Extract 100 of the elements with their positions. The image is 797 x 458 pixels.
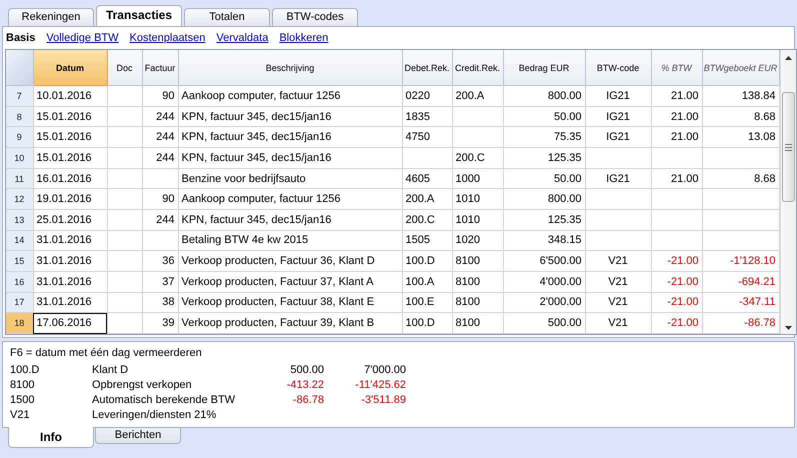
column-header[interactable]: BTW-code	[585, 50, 651, 86]
table-cell: 31.01.2016	[33, 271, 107, 292]
row-number[interactable]: 16	[6, 271, 33, 292]
hint-text: F6 = datum met één dag vermeerderen	[10, 347, 203, 361]
column-header[interactable]: Factuur	[142, 50, 178, 86]
column-header[interactable]: Datum	[33, 50, 107, 86]
amount: -413.22	[286, 378, 324, 390]
table-cell: KPN, factuur 345, dec15/jan16	[178, 148, 402, 168]
table-cell: 16.01.2016	[33, 168, 107, 189]
corner-cell	[6, 50, 33, 86]
view-link[interactable]: Blokkeren	[279, 32, 328, 44]
row-number[interactable]: 10	[6, 148, 33, 168]
table-cell: 800.00	[503, 188, 585, 210]
table-cell: Verkoop producten, Factuur 36, Klant D	[178, 250, 402, 272]
column-header[interactable]: BTWgeboekt EUR	[702, 50, 779, 86]
column-header[interactable]: Doc	[107, 50, 142, 86]
table-cell: Verkoop producten, Factuur 38, Klant E	[178, 292, 402, 313]
column-header[interactable]: Beschrijving	[178, 50, 402, 86]
row-number[interactable]: 12	[6, 188, 33, 210]
table-cell: 17.06.2016	[33, 312, 107, 334]
view-link[interactable]: Basis	[6, 32, 36, 44]
total: -3'511.89	[360, 394, 406, 406]
table-cell: -86.78	[702, 312, 779, 334]
table-cell: IG21	[585, 86, 651, 106]
table-cell: Verkoop producten, Factuur 39, Klant B	[178, 312, 402, 334]
table-cell: IG21	[585, 126, 651, 148]
table-cell: 19.01.2016	[33, 188, 107, 210]
column-header[interactable]: Debet.Rek.	[402, 50, 452, 86]
view-link[interactable]: Kostenplaatsen	[130, 32, 206, 44]
tab[interactable]: Rekeningen	[8, 8, 94, 26]
scroll-down-icon[interactable]	[784, 326, 792, 330]
table-cell: 244	[142, 209, 178, 230]
tab[interactable]: Info	[8, 427, 94, 448]
table-cell: Aankoop computer, factuur 1256	[178, 188, 402, 210]
table-cell: 125.35	[503, 209, 585, 230]
table-cell: -21.00	[651, 312, 702, 334]
table-cell: 8100	[452, 312, 503, 334]
account-code: 1500	[10, 394, 36, 406]
row-number[interactable]: 9	[6, 126, 33, 148]
table-cell: 75.35	[503, 126, 585, 148]
table-cell: 200.C	[402, 209, 452, 230]
tab[interactable]: Berichten	[95, 428, 181, 444]
tab[interactable]: Transacties	[96, 5, 182, 26]
table-cell: 8100	[452, 250, 503, 272]
view-link[interactable]: Volledige BTW	[46, 32, 119, 44]
table-cell: 21.00	[651, 126, 702, 148]
table-cell: 4'000.00	[503, 271, 585, 292]
table-cell: 100.D	[402, 250, 452, 272]
row-number[interactable]: 11	[6, 168, 33, 189]
table-cell: 138.84	[702, 86, 779, 106]
account-description: Opbrengst verkopen	[92, 378, 193, 390]
tab[interactable]: Totalen	[184, 8, 270, 26]
scrollbar[interactable]	[780, 50, 796, 334]
table-cell: IG21	[585, 168, 651, 189]
row-number[interactable]: 18	[6, 312, 33, 334]
account-code: V21	[10, 408, 31, 420]
row-number[interactable]: 13	[6, 209, 33, 230]
table-cell: 90	[142, 86, 178, 106]
table-cell: 8100	[452, 292, 503, 313]
table-cell: 2'000.00	[503, 292, 585, 313]
total: 7'000.00	[363, 364, 406, 376]
table-cell: 244	[142, 148, 178, 168]
table-cell: IG21	[585, 106, 651, 127]
table-cell: 13.08	[702, 126, 779, 148]
table-cell: 348.15	[503, 230, 585, 251]
table-cell: 100.E	[402, 292, 452, 313]
row-number[interactable]: 14	[6, 230, 33, 251]
table-cell: KPN, factuur 345, dec15/jan16	[178, 126, 402, 148]
row-number[interactable]: 17	[6, 292, 33, 313]
row-number[interactable]: 8	[6, 106, 33, 127]
table-cell: 31.01.2016	[33, 292, 107, 313]
table-cell: 244	[142, 126, 178, 148]
table-cell: 244	[142, 106, 178, 127]
table-cell: Verkoop producten, Factuur 37, Klant A	[178, 271, 402, 292]
account-code: 8100	[10, 378, 36, 390]
scrollbar-thumb[interactable]	[782, 92, 795, 202]
table-cell: 31.01.2016	[33, 250, 107, 272]
table-cell: 4605	[402, 168, 452, 189]
tab[interactable]: BTW-codes	[272, 8, 358, 26]
account-description: Leveringen/diensten 21%	[92, 408, 218, 420]
column-header[interactable]: Credit.Rek.	[452, 50, 503, 86]
table-cell: 37	[142, 271, 178, 292]
table-cell: 200.A	[402, 188, 452, 210]
row-number[interactable]: 15	[6, 250, 33, 272]
view-link[interactable]: Vervaldata	[216, 32, 268, 44]
scroll-up-icon[interactable]	[784, 56, 792, 60]
table-cell: KPN, factuur 345, dec15/jan16	[178, 106, 402, 127]
table-cell: -21.00	[651, 271, 702, 292]
table-cell: 90	[142, 188, 178, 210]
table-cell: 6'500.00	[503, 250, 585, 272]
table-cell: 1010	[452, 188, 503, 210]
table-cell: Betaling BTW 4e kw 2015	[178, 230, 402, 251]
column-header[interactable]: Bedrag EUR	[503, 50, 585, 86]
table-cell: 21.00	[651, 86, 702, 106]
column-header[interactable]: % BTW	[651, 50, 702, 86]
table-cell: 500.00	[503, 312, 585, 334]
table-cell: 25.01.2016	[33, 209, 107, 230]
row-number[interactable]: 7	[6, 86, 33, 106]
table-cell: Benzine voor bedrijfsauto	[178, 168, 402, 189]
table-cell: 200.A	[452, 86, 503, 106]
